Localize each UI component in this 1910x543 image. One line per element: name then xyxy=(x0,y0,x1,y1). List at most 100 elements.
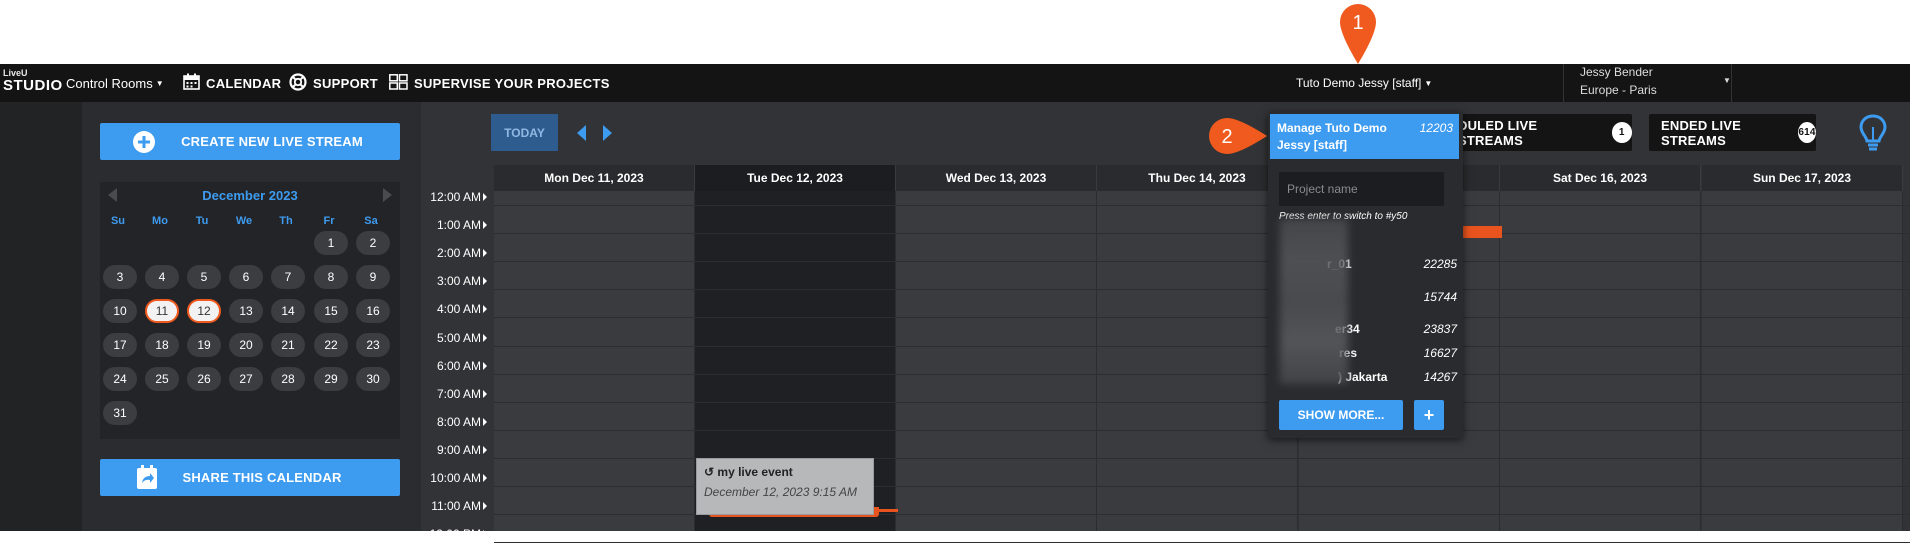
user-name: Jessy Bender xyxy=(1580,65,1653,79)
event-title-row: ↺ my live event xyxy=(704,465,793,479)
mini-calendar-day[interactable]: 12 xyxy=(187,299,221,323)
callout-marker-1: 1 xyxy=(1336,0,1380,71)
mini-calendar-day[interactable]: 24 xyxy=(103,367,137,391)
redacted-blur xyxy=(1280,219,1348,384)
create-live-stream-label: CREATE NEW LIVE STREAM xyxy=(181,134,363,149)
support-nav[interactable]: SUPPORT xyxy=(289,64,378,102)
hour-gridline xyxy=(494,205,1910,206)
mini-calendar-day[interactable]: 21 xyxy=(271,333,305,357)
day-column-header[interactable]: Wed Dec 13, 2023 xyxy=(896,165,1097,191)
mini-calendar-day[interactable]: 5 xyxy=(187,265,221,289)
mini-calendar-day[interactable]: 27 xyxy=(229,367,263,391)
control-rooms-menu[interactable]: Control Rooms ▼ xyxy=(66,64,164,102)
time-label: 2:00 AM xyxy=(421,246,487,260)
mini-calendar-day[interactable]: 18 xyxy=(145,333,179,357)
user-menu[interactable]: Jessy Bender Europe - Paris ▼ xyxy=(1580,64,1731,102)
mini-calendar-dow: Fr xyxy=(323,215,335,227)
today-button[interactable]: TODAY xyxy=(491,114,558,151)
day-column-header[interactable]: Tue Dec 12, 2023 xyxy=(695,165,896,191)
mini-calendar-day[interactable]: 3 xyxy=(103,265,137,289)
mini-calendar-dow: Th xyxy=(279,215,293,227)
mini-calendar-dow: Tu xyxy=(195,215,209,227)
mini-calendar-day[interactable]: 13 xyxy=(229,299,263,323)
mini-calendar-day[interactable]: 17 xyxy=(103,333,137,357)
mini-calendar-day[interactable]: 23 xyxy=(356,333,390,357)
mini-calendar-day[interactable]: 6 xyxy=(229,265,263,289)
day-column-header[interactable]: Mon Dec 11, 2023 xyxy=(494,165,695,191)
mini-calendar-day[interactable]: 28 xyxy=(271,367,305,391)
mini-calendar-dow: Su xyxy=(110,215,126,227)
mini-calendar-day[interactable]: 19 xyxy=(187,333,221,357)
time-label: 3:00 AM xyxy=(421,274,487,288)
mini-calendar-day[interactable]: 4 xyxy=(145,265,179,289)
project-item-id: 22285 xyxy=(1423,257,1457,271)
day-column[interactable] xyxy=(1702,191,1903,531)
time-label: 7:00 AM xyxy=(421,387,487,401)
mini-calendar-day[interactable]: 31 xyxy=(103,401,137,425)
next-week-icon[interactable] xyxy=(603,125,612,141)
project-search-input[interactable] xyxy=(1279,172,1444,206)
mini-calendar-day[interactable]: 25 xyxy=(145,367,179,391)
day-column-header[interactable]: Sat Dec 16, 2023 xyxy=(1500,165,1701,191)
manage-project-item[interactable]: Manage Tuto Demo Jessy [staff] 12203 xyxy=(1270,114,1459,159)
hour-gridline xyxy=(494,233,1910,234)
show-more-button[interactable]: SHOW MORE... xyxy=(1279,400,1403,430)
mini-calendar-day[interactable]: 30 xyxy=(356,367,390,391)
day-column[interactable] xyxy=(896,191,1097,531)
scheduled-label: DULED LIVE STREAMS xyxy=(1458,117,1538,148)
add-project-button[interactable]: + xyxy=(1414,400,1444,430)
time-label: 6:00 AM xyxy=(421,359,487,373)
time-label: 12:00 AM xyxy=(421,190,487,204)
event-connector xyxy=(878,509,898,512)
callout-2-label: 2 xyxy=(1221,126,1232,148)
user-timezone: Europe - Paris xyxy=(1580,83,1657,97)
event-date: December 12, 2023 9:15 AM xyxy=(704,485,857,499)
supervise-nav[interactable]: SUPERVISE YOUR PROJECTS xyxy=(389,64,610,102)
liveu-studio-logo[interactable]: LiveU STUDIO xyxy=(3,68,63,98)
mini-calendar-day[interactable]: 9 xyxy=(356,265,390,289)
mini-calendar-day[interactable]: 8 xyxy=(314,265,348,289)
mini-calendar-day[interactable]: 22 xyxy=(314,333,348,357)
mini-calendar-day[interactable]: 14 xyxy=(271,299,305,323)
mini-calendar-day[interactable]: 16 xyxy=(356,299,390,323)
mini-calendar-dow: Mo xyxy=(152,215,168,227)
project-item-id: 16627 xyxy=(1423,346,1457,360)
mini-calendar-day[interactable]: 2 xyxy=(356,231,390,255)
mini-calendar-day[interactable]: 10 xyxy=(103,299,137,323)
mini-calendar-day[interactable]: 26 xyxy=(187,367,221,391)
create-live-stream-button[interactable]: CREATE NEW LIVE STREAM xyxy=(100,123,400,160)
day-column[interactable] xyxy=(494,191,695,531)
support-nav-label: SUPPORT xyxy=(313,75,378,91)
mini-calendar-day[interactable]: 1 xyxy=(314,231,348,255)
time-label: 12:00 PM xyxy=(421,527,487,541)
logo-line2: STUDIO xyxy=(3,77,63,94)
time-label: 8:00 AM xyxy=(421,415,487,429)
control-rooms-label: Control Rooms xyxy=(66,75,153,91)
share-calendar-button[interactable]: SHARE THIS CALENDAR xyxy=(100,459,400,496)
next-month-icon[interactable] xyxy=(383,188,392,202)
time-label: 4:00 AM xyxy=(421,302,487,316)
scheduled-count-badge: 1 xyxy=(1611,122,1632,143)
ended-live-streams-button[interactable]: ENDED LIVE STREAMS 614 xyxy=(1649,114,1816,151)
share-calendar-icon xyxy=(136,464,158,493)
mini-calendar-day[interactable]: 7 xyxy=(271,265,305,289)
day-column-header[interactable]: Sun Dec 17, 2023 xyxy=(1702,165,1903,191)
mini-calendar-day[interactable]: 11 xyxy=(145,299,179,323)
caret-down-icon: ▼ xyxy=(1424,78,1433,88)
mini-calendar-day[interactable]: 20 xyxy=(229,333,263,357)
lightbulb-icon[interactable] xyxy=(1858,113,1888,158)
calendar-nav[interactable]: CALENDAR xyxy=(183,64,281,102)
prev-week-icon[interactable] xyxy=(577,125,586,141)
mini-calendar-day[interactable]: 15 xyxy=(314,299,348,323)
mini-calendar-day[interactable]: 29 xyxy=(314,367,348,391)
live-event-card[interactable]: ↺ my live event December 12, 2023 9:15 A… xyxy=(696,458,874,515)
day-column[interactable] xyxy=(1500,191,1701,531)
time-label: 1:00 AM xyxy=(421,218,487,232)
history-icon: ↺ xyxy=(704,465,715,479)
calendar-icon xyxy=(183,73,200,93)
project-item-id: 23837 xyxy=(1423,322,1457,336)
scheduled-live-streams-button[interactable]: DULED LIVE STREAMS 1 xyxy=(1456,114,1632,151)
mini-calendar-month: December 2023 xyxy=(202,188,298,203)
caret-down-icon: ▼ xyxy=(1723,76,1731,85)
hour-gridline xyxy=(494,289,1910,290)
